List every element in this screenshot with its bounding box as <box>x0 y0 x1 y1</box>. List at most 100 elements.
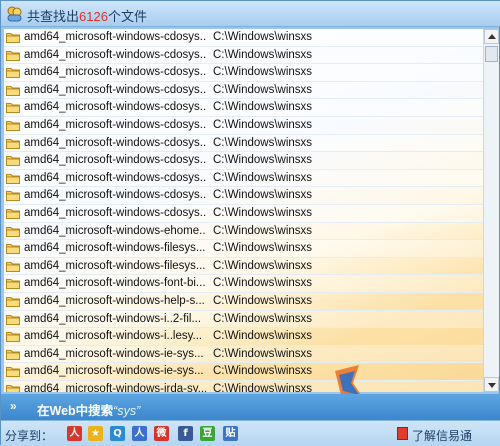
folder-icon <box>6 384 20 392</box>
file-path: C:\Windows\winsxs <box>213 189 313 202</box>
file-path: C:\Windows\winsxs <box>213 312 313 325</box>
file-row[interactable]: amd64_microsoft-windows-cdosys... C:\Wind… <box>4 187 483 205</box>
folder-icon <box>6 226 20 237</box>
file-name: amd64_microsoft-windows-cdosys... <box>24 171 206 184</box>
scroll-up-button[interactable] <box>484 29 499 44</box>
vertical-scrollbar[interactable] <box>483 29 499 392</box>
web-search-bar[interactable]: » 在Web中搜索“sys” <box>1 394 500 420</box>
file-name: amd64_microsoft-windows-help-s... <box>24 294 205 307</box>
folder-icon <box>6 191 20 202</box>
folder-icon <box>6 50 20 61</box>
file-name: amd64_microsoft-windows-cdosys... <box>24 189 206 202</box>
file-name: amd64_microsoft-windows-font-bi... <box>24 277 206 290</box>
file-row[interactable]: amd64_microsoft-windows-cdosys... C:\Wind… <box>4 46 483 65</box>
file-path: C:\Windows\winsxs <box>213 382 313 392</box>
file-row[interactable]: amd64_microsoft-windows-cdosys... C:\Wind… <box>4 81 483 100</box>
web-search-label: 在Web中搜索 <box>37 404 114 418</box>
web-search-link[interactable]: 在Web中搜索“sys” <box>37 400 140 419</box>
file-name: amd64_microsoft-windows-ie-sys... <box>24 347 204 360</box>
file-row[interactable]: amd64_microsoft-windows-cdosys... C:\Wind… <box>4 204 483 223</box>
file-row[interactable]: amd64_microsoft-windows-cdosys... C:\Wind… <box>4 64 483 82</box>
file-row[interactable]: amd64_microsoft-windows-irda-sy... C:\Win… <box>4 380 483 392</box>
file-name: amd64_microsoft-windows-cdosys... <box>24 136 206 149</box>
folder-icon <box>6 103 20 114</box>
file-row[interactable]: amd64_microsoft-windows-cdosys... C:\Wind… <box>4 29 483 47</box>
scroll-down-button[interactable] <box>484 377 499 392</box>
folder-icon <box>6 349 20 360</box>
kaixin-icon[interactable]: ★ <box>88 426 103 441</box>
file-row[interactable]: amd64_microsoft-windows-ie-sys... C:\Wind… <box>4 363 483 381</box>
folder-icon <box>6 85 20 96</box>
renren-icon[interactable]: 人 <box>67 426 82 441</box>
file-path: C:\Windows\winsxs <box>213 83 313 96</box>
folder-icon <box>6 367 20 378</box>
folder-icon <box>6 332 20 343</box>
file-row[interactable]: amd64_microsoft-windows-ehome... C:\Windo… <box>4 222 483 241</box>
file-row[interactable]: amd64_microsoft-windows-ie-sys... C:\Wind… <box>4 345 483 364</box>
file-path: C:\Windows\winsxs <box>213 206 313 219</box>
file-row[interactable]: amd64_microsoft-windows-help-s... C:\Wind… <box>4 292 483 311</box>
file-name: amd64_microsoft-windows-cdosys... <box>24 66 206 79</box>
folder-icon <box>6 120 20 131</box>
folder-icon <box>6 138 20 149</box>
file-path: C:\Windows\winsxs <box>213 154 313 167</box>
file-path: C:\Windows\winsxs <box>213 294 313 307</box>
file-name: amd64_microsoft-windows-filesys... <box>24 259 206 272</box>
file-path: C:\Windows\winsxs <box>213 171 313 184</box>
file-path: C:\Windows\winsxs <box>213 101 313 114</box>
file-row[interactable]: amd64_microsoft-windows-filesys... C:\Win… <box>4 257 483 276</box>
file-path: C:\Windows\winsxs <box>213 365 313 378</box>
douban-icon[interactable]: 豆 <box>200 426 215 441</box>
file-path: C:\Windows\winsxs <box>213 118 313 131</box>
folder-icon <box>6 156 20 167</box>
weibo-icon[interactable]: 微 <box>154 426 169 441</box>
folder-icon <box>6 279 20 290</box>
info-link[interactable]: 了解信易通 <box>412 427 472 444</box>
file-name: amd64_microsoft-windows-cdosys... <box>24 48 206 61</box>
file-path: C:\Windows\winsxs <box>213 48 313 61</box>
arrow-down-icon <box>488 383 496 388</box>
result-count-title: 共查找出6126个文件 <box>27 6 147 25</box>
scroll-thumb[interactable] <box>485 46 498 62</box>
file-row[interactable]: amd64_microsoft-windows-i..2-fil... C:\Wi… <box>4 310 483 329</box>
file-row[interactable]: amd64_microsoft-windows-font-bi... C:\Win… <box>4 275 483 293</box>
share-bar: 分享到： 人 ★ Q 人 微 f 豆 贴 了解信易通 <box>1 420 500 446</box>
search-results-window: 共查找出6126个文件 amd64_microsoft-windows-cdos… <box>0 0 500 446</box>
arrow-up-icon <box>488 34 496 39</box>
file-path: C:\Windows\winsxs <box>213 242 313 255</box>
folder-icon <box>6 208 20 219</box>
folder-icon <box>6 33 20 43</box>
folder-icon <box>6 244 20 255</box>
file-name: amd64_microsoft-windows-cdosys... <box>24 118 206 131</box>
file-name: amd64_microsoft-windows-ie-sys... <box>24 365 204 378</box>
file-path: C:\Windows\winsxs <box>213 224 313 237</box>
file-name: amd64_microsoft-windows-cdosys... <box>24 154 206 167</box>
file-row[interactable]: amd64_microsoft-windows-cdosys... C:\Wind… <box>4 116 483 135</box>
file-result-list[interactable]: amd64_microsoft-windows-cdosys... C:\Wind… <box>4 29 483 392</box>
folder-icon <box>6 261 20 272</box>
baidu-icon[interactable]: 人 <box>132 426 147 441</box>
tieba-icon[interactable]: 贴 <box>223 426 238 441</box>
title-count: 6126 <box>79 9 108 24</box>
file-name: amd64_microsoft-windows-i..lesy... <box>24 330 203 343</box>
file-path: C:\Windows\winsxs <box>213 136 313 149</box>
file-name: amd64_microsoft-windows-cdosys... <box>24 31 206 43</box>
file-path: C:\Windows\winsxs <box>213 277 313 290</box>
file-name: amd64_microsoft-windows-irda-sy... <box>24 382 206 392</box>
web-search-query: “sys” <box>113 404 141 418</box>
folder-icon <box>6 314 20 325</box>
file-name: amd64_microsoft-windows-ehome... <box>24 224 206 237</box>
qzone-icon[interactable]: Q <box>110 426 125 441</box>
file-row[interactable]: amd64_microsoft-windows-cdosys... C:\Wind… <box>4 134 483 153</box>
file-row[interactable]: amd64_microsoft-windows-i..lesy... C:\Win… <box>4 328 483 346</box>
folder-icon <box>6 68 20 79</box>
title-prefix: 共查找出 <box>27 9 80 24</box>
file-row[interactable]: amd64_microsoft-windows-cdosys... C:\Wind… <box>4 169 483 188</box>
folder-icon <box>6 173 20 184</box>
file-row[interactable]: amd64_microsoft-windows-cdosys... C:\Wind… <box>4 99 483 117</box>
file-row[interactable]: amd64_microsoft-windows-cdosys... C:\Wind… <box>4 152 483 170</box>
facebook-icon[interactable]: f <box>178 426 193 441</box>
folder-icon <box>6 296 20 307</box>
file-row[interactable]: amd64_microsoft-windows-filesys... C:\Win… <box>4 240 483 258</box>
file-name: amd64_microsoft-windows-cdosys... <box>24 83 206 96</box>
